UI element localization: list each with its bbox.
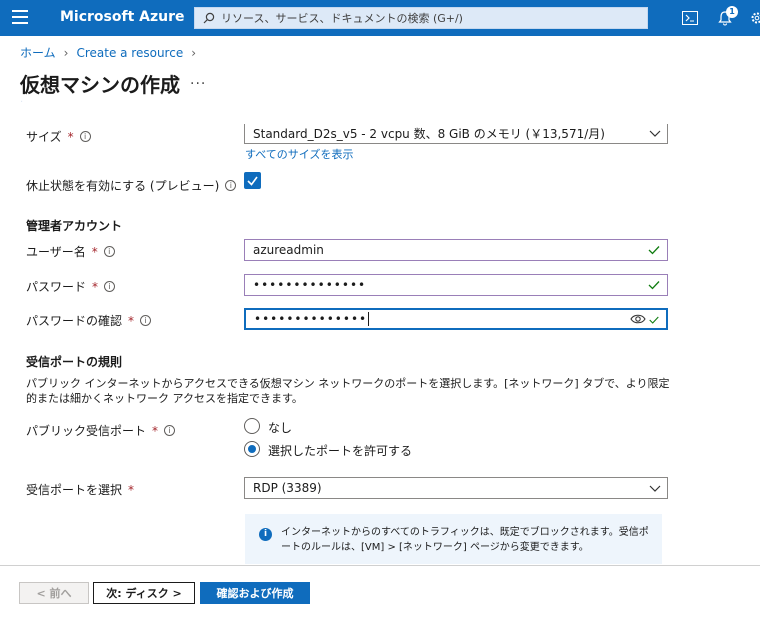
hibernate-label-row: 休止状態を有効にする (プレビュー) i	[26, 177, 237, 194]
select-ports-label-row: 受信ポートを選択 *	[26, 482, 135, 498]
inbound-rules-description: パブリック インターネットからアクセスできる仮想マシン ネットワークのポートを選…	[26, 377, 670, 405]
password-label: パスワード	[26, 280, 87, 294]
size-label: サイズ	[26, 130, 62, 144]
confirm-password-value: ••••••••••••••	[254, 312, 368, 326]
search-placeholder: リソース、サービス、ドキュメントの検索 (G+/)	[221, 12, 463, 25]
top-bar: Microsoft Azure リソース、サービス、ドキュメントの検索 (G+/…	[0, 0, 760, 36]
admin-account-heading: 管理者アカウント	[26, 219, 123, 233]
info-message-box: i インターネットからのすべてのトラフィックは、既定でブロックされます。受信ポー…	[245, 514, 662, 564]
ghost-text: .	[20, 94, 24, 105]
valid-check-icon	[648, 281, 660, 290]
confirm-password-label-row: パスワードの確認 * i	[26, 312, 152, 329]
show-password-eye-icon[interactable]	[630, 313, 646, 325]
next-disks-button[interactable]: 次: ディスク >	[93, 582, 195, 604]
radio-none-label[interactable]: なし	[268, 419, 292, 436]
radio-none[interactable]	[244, 418, 260, 434]
previous-button[interactable]: < 前へ	[19, 582, 89, 604]
username-field[interactable]: azureadmin	[244, 239, 668, 261]
text-cursor	[368, 312, 370, 326]
confirm-password-label: パスワードの確認	[26, 314, 123, 328]
info-icon[interactable]: i	[140, 315, 152, 326]
username-label: ユーザー名	[26, 245, 86, 259]
info-icon[interactable]: i	[103, 246, 115, 257]
info-icon[interactable]: i	[104, 281, 116, 292]
password-field[interactable]: ••••••••••••••	[244, 274, 668, 296]
search-icon	[203, 12, 215, 24]
info-icon[interactable]: i	[79, 131, 91, 142]
inbound-rules-heading: 受信ポートの規則	[26, 355, 123, 369]
notification-count-badge: 1	[726, 6, 738, 18]
settings-gear-icon[interactable]	[748, 9, 760, 27]
checkmark-icon	[247, 176, 258, 186]
cloud-shell-icon[interactable]	[681, 9, 699, 27]
info-icon[interactable]: i	[225, 180, 237, 191]
username-value: azureadmin	[253, 243, 324, 257]
confirm-password-field[interactable]: ••••••••••••••	[244, 308, 668, 330]
wizard-footer: < 前へ 次: ディスク > 確認および作成	[0, 565, 760, 627]
chevron-right-icon: ›	[191, 45, 197, 60]
breadcrumb: ホーム › Create a resource ›	[20, 44, 196, 61]
size-select[interactable]: Standard_D2s_v5 - 2 vcpu 数、8 GiB のメモリ (￥…	[244, 124, 668, 144]
hibernate-label: 休止状態を有効にする (プレビュー)	[26, 179, 220, 193]
review-create-button[interactable]: 確認および作成	[200, 582, 310, 604]
info-icon[interactable]: i	[164, 425, 176, 436]
hibernate-checkbox[interactable]	[244, 172, 261, 189]
valid-check-icon	[649, 316, 659, 324]
page-title: 仮想マシンの作成	[20, 73, 180, 97]
public-ports-label-row: パブリック受信ポート * i	[26, 422, 176, 439]
chevron-right-icon: ›	[63, 45, 69, 60]
password-label-row: パスワード * i	[26, 278, 116, 295]
select-ports-label: 受信ポートを選択	[26, 483, 123, 497]
radio-allow-label[interactable]: 選択したポートを許可する	[268, 442, 412, 459]
breadcrumb-create-resource[interactable]: Create a resource	[76, 46, 183, 60]
size-label-row: サイズ * i	[26, 128, 91, 145]
breadcrumb-home[interactable]: ホーム	[20, 44, 56, 61]
info-circle-icon: i	[259, 528, 272, 541]
inbound-ports-select[interactable]: RDP (3389)	[244, 477, 668, 499]
username-label-row: ユーザー名 * i	[26, 243, 115, 260]
menu-icon[interactable]	[12, 10, 28, 24]
search-input[interactable]: リソース、サービス、ドキュメントの検索 (G+/)	[194, 7, 648, 29]
brand-title[interactable]: Microsoft Azure	[60, 9, 185, 25]
valid-check-icon	[648, 246, 660, 255]
chevron-down-icon	[649, 485, 661, 492]
see-all-sizes-link[interactable]: すべてのサイズを表示	[245, 146, 353, 162]
public-ports-label: パブリック受信ポート	[26, 424, 147, 438]
info-message-text: インターネットからのすべてのトラフィックは、既定でブロックされます。受信ポートの…	[281, 527, 649, 553]
size-select-value: Standard_D2s_v5 - 2 vcpu 数、8 GiB のメモリ (￥…	[253, 127, 605, 141]
chevron-down-icon	[649, 130, 661, 137]
inbound-ports-value: RDP (3389)	[253, 481, 322, 495]
radio-allow-selected-ports[interactable]	[244, 441, 260, 457]
more-options-button[interactable]: ...	[190, 72, 206, 88]
password-value: ••••••••••••••	[253, 278, 367, 292]
